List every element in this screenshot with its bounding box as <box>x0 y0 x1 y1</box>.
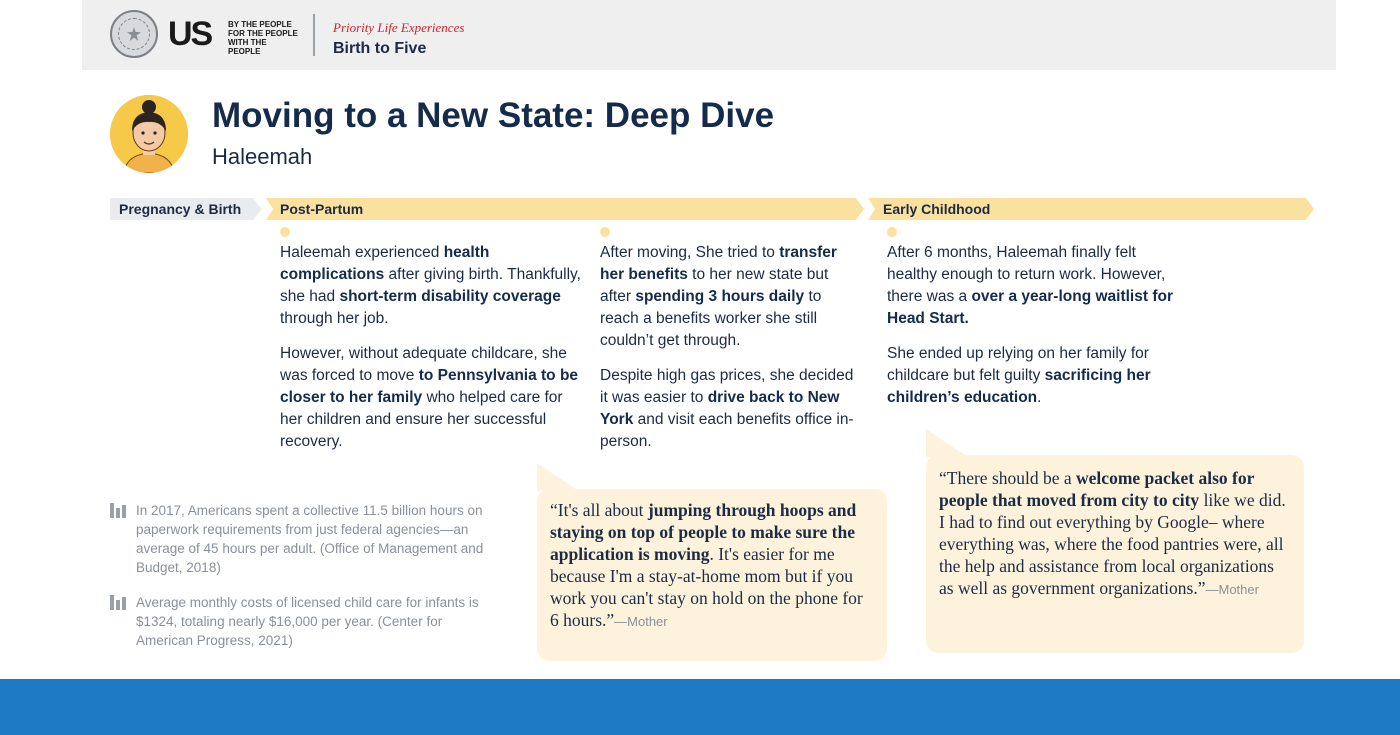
quote-card-hoops: “It's all about jumping through hoops an… <box>537 489 887 661</box>
header-bar: US BY THE PEOPLE FOR THE PEOPLE WITH THE… <box>82 0 1336 70</box>
quote-attribution: —Mother <box>1205 582 1259 597</box>
bar-chart-icon <box>110 595 128 610</box>
persona-name: Haleemah <box>212 144 313 169</box>
timeline-phase-post-partum: Post-Partum <box>266 198 864 220</box>
series-label: Priority Life Experiences <box>333 20 465 35</box>
timeline-marker <box>600 227 610 237</box>
timeline-marker <box>280 227 290 237</box>
story-column-post-partum-2: After moving, She tried to transfer her … <box>600 242 860 466</box>
story-paragraph: Despite high gas prices, she decided it … <box>600 367 854 450</box>
page-title: Moving to a New State: Deep Dive <box>212 96 775 135</box>
story-paragraph: After 6 months, Haleemah finally felt he… <box>887 244 1173 327</box>
footer-band <box>0 679 1400 735</box>
government-seal-icon <box>110 10 158 58</box>
section-label: Birth to Five <box>333 40 427 57</box>
statistic-paperwork: In 2017, Americans spent a collective 11… <box>110 501 490 577</box>
timeline-marker <box>887 227 897 237</box>
persona-avatar-icon <box>110 95 188 173</box>
story-paragraph: After moving, She tried to transfer her … <box>600 244 837 349</box>
bar-chart-icon <box>110 503 128 518</box>
story-column-post-partum-1: Haleemah experienced health complication… <box>280 242 585 466</box>
us-logo: US <box>168 15 213 53</box>
statistic-childcare-cost: Average monthly costs of licensed child … <box>110 593 490 650</box>
quote-attribution: —Mother <box>614 614 668 629</box>
header-divider <box>313 14 315 56</box>
quote-card-welcome-packet: “There should be a welcome packet also f… <box>926 455 1304 653</box>
timeline-phase-pregnancy: Pregnancy & Birth <box>110 198 262 220</box>
story-paragraph: She ended up relying on her family for c… <box>887 345 1151 406</box>
story-column-early-childhood: After 6 months, Haleemah finally felt he… <box>887 242 1187 422</box>
story-paragraph: However, without adequate childcare, she… <box>280 345 579 450</box>
us-logo-tagline: BY THE PEOPLE FOR THE PEOPLE WITH THE PE… <box>228 20 298 56</box>
story-paragraph: Haleemah experienced health complication… <box>280 244 581 327</box>
timeline-phase-early-childhood: Early Childhood <box>868 198 1314 220</box>
